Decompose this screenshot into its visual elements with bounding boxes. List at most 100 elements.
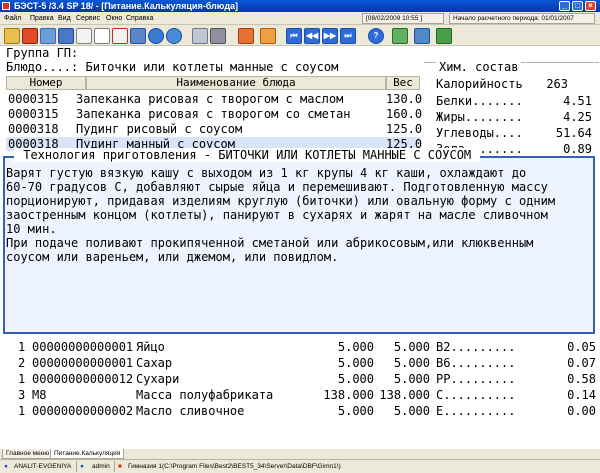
technology-line: порционируют, придавая изделиям круглую … [6,194,556,208]
ingredient-gross: 5.000 [337,356,374,370]
window-tabs: Главное меню Питание.Калькуляция [0,449,600,459]
row-name: Пудинг рисовый с соусом [76,122,243,136]
col-name[interactable]: Наименование блюда [86,76,386,90]
chem-value: 0.89 [563,142,592,156]
chem-value: 263 [546,77,568,91]
database-icon: ■ [118,463,122,470]
status-bar: ● ANALIT-EVGENIYA ● admin ■ Гимназия 1(C… [0,459,600,473]
new-document-icon[interactable] [94,28,110,44]
row-name: Запеканка рисовая с творогом со сметан [76,107,351,121]
dropdown-icon[interactable] [210,28,226,44]
close-button[interactable]: × [585,1,596,11]
vitamin-label: В2......... [436,340,516,354]
ingredient-row[interactable]: 1 00000000000012 Сухари 5.000 5.000 РР..… [0,372,600,386]
tab-calculation[interactable]: Питание.Калькуляция [50,449,125,459]
title-bar: БЭСТ-5 /3.4 SP 18/ - [Питание.Калькуляци… [0,0,600,12]
chem-value: 4.51 [563,94,592,108]
ingredient-net: 5.000 [393,356,430,370]
col-number[interactable]: Номер [6,76,86,90]
menu-window[interactable]: Окно [106,12,122,25]
vitamin-label: С.......... [436,388,516,402]
last-record-icon[interactable]: ⏭ [340,28,356,44]
toolbar: ⏮ ◀◀ ▶▶ ⏭ ? [0,26,600,46]
menu-bar: Файл Правка Вид Сервис Окно Справка [08/… [0,12,600,25]
menu-service[interactable]: Сервис [76,12,100,25]
menu-help[interactable]: Справка [126,12,153,25]
ingredient-row[interactable]: 1 00000000000002 Масло сливочное 5.000 5… [0,404,600,418]
ingredient-code: 00000000000002 [32,404,134,418]
row-number: 0000315 [8,92,59,106]
chem-label: Жиры........ [436,110,523,124]
ingredient-name: Яйцо [136,340,165,354]
save-icon[interactable] [76,28,92,44]
user-icon: ● [4,463,8,470]
help-icon[interactable]: ? [368,28,384,44]
row-name: Запеканка рисовая с творогом с маслом [76,92,344,106]
settings-icon[interactable] [436,28,452,44]
ingredient-net: 5.000 [393,372,430,386]
vitamin-value: 0.14 [567,388,596,402]
vitamin-value: 0.58 [567,372,596,386]
menu-file[interactable]: Файл [4,12,21,25]
search-icon[interactable] [148,28,164,44]
status-user: ANALIT-EVGENIYA [14,463,72,470]
table-row[interactable]: 0000315 Запеканка рисовая с творогом с м… [6,92,422,106]
calendar-icon[interactable] [22,28,38,44]
first-record-icon[interactable]: ⏮ [286,28,302,44]
vitamin-label: В6......... [436,356,516,370]
refresh-icon[interactable] [260,28,276,44]
next-page-icon[interactable]: ▶▶ [322,28,338,44]
technology-line: При подаче поливают прокипяченной сметан… [6,236,534,250]
menu-view[interactable]: Вид [58,12,71,25]
vitamin-label: РР......... [436,372,516,386]
ingredient-code: М8 [32,388,47,402]
chem-value: 51.64 [555,126,592,140]
ingredient-name: Масло сливочное [136,404,245,418]
status-divider [76,461,77,472]
ingredient-name: Сахар [136,356,173,370]
technology-text[interactable]: Варят густую вязкую кашу с выходом из 1 … [6,166,591,264]
chart-icon[interactable] [392,28,408,44]
ingredient-gross: 138.000 [323,388,374,402]
row-number: 0000318 [8,122,59,136]
app-icon [2,2,10,10]
col-weight[interactable]: Вес [386,76,420,90]
chem-label: Белки....... [436,94,523,108]
edit-icon[interactable] [130,28,146,44]
ingredient-gross: 5.000 [337,372,374,386]
group-label: Группа ГП: [6,46,79,60]
prev-page-icon[interactable]: ◀◀ [304,28,320,44]
technology-line: заостренным концом (котлеты), панируют в… [6,208,548,222]
ingredient-row[interactable]: 2 00000000000001 Сахар 5.000 5.000 В6...… [0,356,600,370]
filter-icon[interactable] [166,28,182,44]
printer-icon[interactable] [58,28,74,44]
delete-icon[interactable] [112,28,128,44]
folder-icon[interactable] [4,28,20,44]
menu-edit[interactable]: Правка [30,12,54,25]
chem-label: Углеводы.... [436,126,523,140]
technology-line: Варят густую вязкую кашу с выходом из 1 … [6,166,527,180]
arrows-icon[interactable] [238,28,254,44]
technology-title: Технология приготовления - БИТОЧКИ ИЛИ К… [14,148,481,162]
tab-main-menu[interactable]: Главное меню [2,449,54,459]
status-role: admin [92,463,110,470]
chem-value: 4.25 [563,110,592,124]
status-path: Гимназия 1(C:\Program Files\Best2\BEST5_… [128,463,341,470]
maximize-button[interactable]: □ [572,1,583,11]
table-row[interactable]: 0000318 Пудинг рисовый с соусом 125.0 [6,122,422,136]
print-preview-icon[interactable] [40,28,56,44]
period-display: Начало расчетного периода: 01/01/2007 [449,13,595,24]
minimize-button[interactable]: _ [559,1,570,11]
table-row[interactable]: 0000315 Запеканка рисовая с творогом со … [6,107,422,121]
vitamin-value: 0.07 [567,356,596,370]
vitamin-label: Е.......... [436,404,516,418]
vitamin-value: 0.05 [567,340,596,354]
window-title: БЭСТ-5 /3.4 SP 18/ - [Питание.Калькуляци… [14,1,239,11]
ingredient-index: 1 [18,372,26,386]
ingredient-row[interactable]: 1 00000000000001 Яйцо 5.000 5.000 В2....… [0,340,600,354]
sort-icon[interactable] [192,28,208,44]
report-icon[interactable] [414,28,430,44]
ingredient-row[interactable]: 3 М8 Масса полуфабриката 138.000 138.000… [0,388,600,402]
ingredient-gross: 5.000 [337,340,374,354]
admin-icon: ● [80,463,84,470]
